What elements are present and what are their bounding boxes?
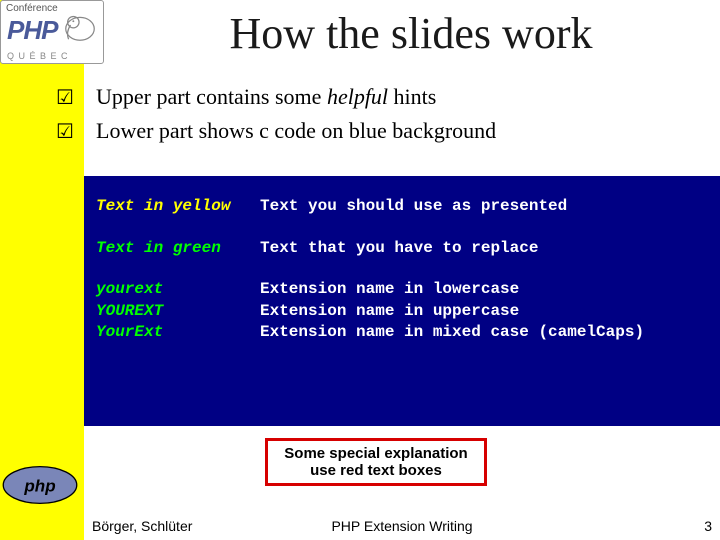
code-row: YOUREXT Extension name in uppercase: [96, 301, 708, 323]
code-label-green: YourExt: [96, 322, 260, 344]
redbox-line: Some special explanation: [274, 445, 478, 462]
redbox-line: use red text boxes: [274, 462, 478, 479]
logo-php-text: PHP: [7, 15, 57, 46]
red-explanation-box: Some special explanation use red text bo…: [265, 438, 487, 486]
code-row: Text in green Text that you have to repl…: [96, 238, 708, 260]
code-label-green: yourext: [96, 279, 260, 301]
bullet-text: Upper part contains some helpful hints: [96, 82, 436, 112]
code-label-green: Text in green: [96, 238, 260, 260]
bullet-text: Lower part shows c code on blue backgrou…: [96, 116, 496, 146]
code-label-yellow: Text in yellow: [96, 196, 260, 218]
footer-page-number: 3: [704, 518, 712, 534]
checkbox-icon: ☑: [56, 85, 96, 112]
bullet-list: ☑ Upper part contains some helpful hints…: [56, 82, 496, 150]
bullet-item: ☑ Upper part contains some helpful hints: [56, 82, 496, 112]
conference-php-quebec-logo: Conférence PHP Q U É B E C: [0, 0, 104, 64]
code-row: YourExt Extension name in mixed case (ca…: [96, 322, 708, 344]
elephant-icon: [61, 5, 99, 45]
svg-text:php: php: [23, 477, 55, 496]
logo-quebec-label: Q U É B E C: [7, 51, 69, 61]
code-desc: Extension name in lowercase: [260, 279, 708, 301]
footer-authors: Börger, Schlüter: [92, 518, 192, 534]
slide-title: How the slides work: [106, 8, 716, 59]
slide-footer: Börger, Schlüter PHP Extension Writing 3: [92, 518, 712, 534]
code-panel: Text in yellow Text you should use as pr…: [84, 176, 720, 426]
sidebar-yellow-strip: [0, 0, 84, 540]
bullet-item: ☑ Lower part shows c code on blue backgr…: [56, 116, 496, 146]
php-pill-logo: php: [0, 464, 80, 506]
logo-conference-label: Conférence: [6, 3, 58, 14]
code-desc: Extension name in mixed case (camelCaps): [260, 322, 708, 344]
code-desc: Extension name in uppercase: [260, 301, 708, 323]
checkbox-icon: ☑: [56, 119, 96, 146]
code-desc: Text you should use as presented: [260, 196, 708, 218]
code-label-green: YOUREXT: [96, 301, 260, 323]
code-desc: Text that you have to replace: [260, 238, 708, 260]
code-row: Text in yellow Text you should use as pr…: [96, 196, 708, 218]
code-row: yourext Extension name in lowercase: [96, 279, 708, 301]
